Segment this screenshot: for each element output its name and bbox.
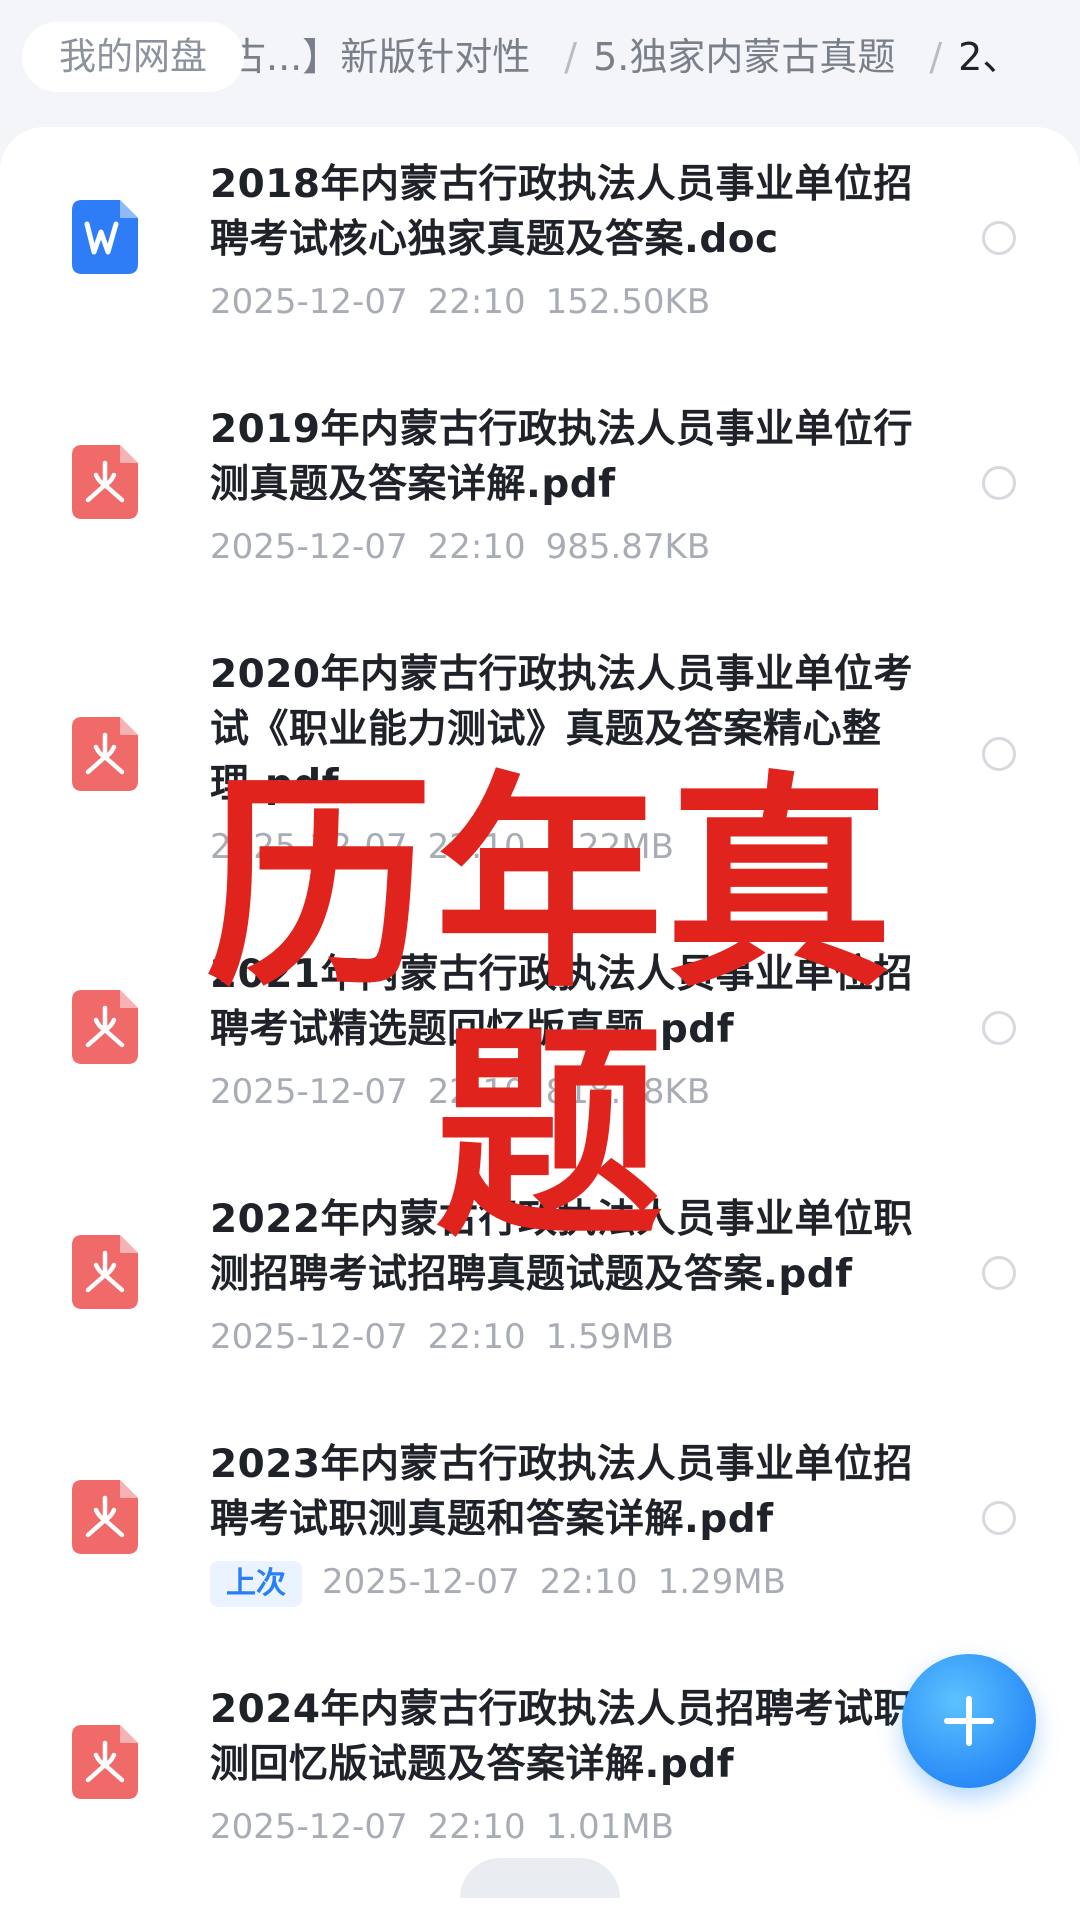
file-name: 2022年内蒙古行政执法人员事业单位职测招聘考试招聘真题试题及答案.pdf bbox=[210, 1197, 914, 1297]
breadcrumb-item-current[interactable]: 2、 bbox=[958, 22, 1020, 92]
file-meta: 2025-12-07 22:10 1.01MB bbox=[210, 1802, 694, 1852]
select-checkbox[interactable] bbox=[982, 466, 1016, 500]
file-date: 2025-12-07 bbox=[210, 527, 408, 567]
add-button[interactable] bbox=[902, 1654, 1036, 1788]
file-size: 152.50KB bbox=[545, 282, 711, 322]
file-date: 2025-12-07 bbox=[210, 1317, 408, 1357]
file-name: 2018年内蒙古行政执法人员事业单位招聘考试核心独家真题及答案.doc bbox=[210, 162, 914, 262]
file-meta: 上次 2025-12-07 22:10 1.29MB bbox=[210, 1557, 806, 1607]
file-time: 22:10 bbox=[427, 827, 526, 867]
file-row[interactable]: 2019年内蒙古行政执法人员事业单位行测真题及答案详解.pdf 2025-12-… bbox=[0, 372, 1080, 617]
breadcrumb-path: 蒙古...】新版针对性/5.独家内蒙古真题/2、 bbox=[190, 22, 1020, 92]
file-name: 2020年内蒙古行政执法人员事业单位考试《职业能力测试》真题及答案精心整理.pd… bbox=[210, 652, 914, 807]
file-size: 1.01MB bbox=[545, 1807, 674, 1847]
pdf-icon bbox=[72, 990, 138, 1064]
file-meta: 2025-12-07 22:10 1.22MB bbox=[210, 822, 694, 872]
file-name: 2019年内蒙古行政执法人员事业单位行测真题及答案详解.pdf bbox=[210, 407, 914, 507]
bottom-handle bbox=[460, 1858, 620, 1898]
breadcrumb-item-folder[interactable]: 5.独家内蒙古真题 bbox=[593, 22, 895, 92]
select-checkbox[interactable] bbox=[982, 221, 1016, 255]
file-meta: 2025-12-07 22:10 1.59MB bbox=[210, 1312, 694, 1362]
select-checkbox[interactable] bbox=[982, 1011, 1016, 1045]
file-date: 2025-12-07 bbox=[210, 1807, 408, 1847]
file-date: 2025-12-07 bbox=[210, 282, 408, 322]
file-date: 2025-12-07 bbox=[210, 827, 408, 867]
file-size: 818.58KB bbox=[545, 1072, 711, 1112]
file-row[interactable]: 2018年内蒙古行政执法人员事业单位招聘考试核心独家真题及答案.doc 2025… bbox=[0, 127, 1080, 372]
plus-icon bbox=[944, 1696, 994, 1746]
file-name: 2021年内蒙古行政执法人员事业单位招聘考试精选题回忆版真题.pdf bbox=[210, 952, 914, 1052]
pdf-icon bbox=[72, 1480, 138, 1554]
file-meta: 2025-12-07 22:10 818.58KB bbox=[210, 1067, 730, 1117]
file-time: 22:10 bbox=[427, 282, 526, 322]
file-time: 22:10 bbox=[427, 1807, 526, 1847]
select-checkbox[interactable] bbox=[982, 737, 1016, 771]
file-meta: 2025-12-07 22:10 985.87KB bbox=[210, 522, 730, 572]
select-checkbox[interactable] bbox=[982, 1501, 1016, 1535]
breadcrumb-separator: / bbox=[564, 35, 578, 79]
last-opened-badge: 上次 bbox=[210, 1561, 302, 1607]
file-list: 2018年内蒙古行政执法人员事业单位招聘考试核心独家真题及答案.doc 2025… bbox=[0, 127, 1080, 1927]
word-doc-icon bbox=[72, 200, 138, 274]
select-checkbox[interactable] bbox=[982, 1256, 1016, 1290]
file-time: 22:10 bbox=[427, 1072, 526, 1112]
file-date: 2025-12-07 bbox=[210, 1072, 408, 1112]
breadcrumb-home-button[interactable]: 我的网盘 bbox=[22, 22, 244, 92]
file-time: 22:10 bbox=[427, 1317, 526, 1357]
breadcrumb-separator: / bbox=[929, 35, 943, 79]
pdf-icon bbox=[72, 1725, 138, 1799]
file-row[interactable]: 2023年内蒙古行政执法人员事业单位招聘考试职测真题和答案详解.pdf 上次 20… bbox=[0, 1407, 1080, 1652]
file-size: 985.87KB bbox=[545, 527, 711, 567]
file-time: 22:10 bbox=[427, 527, 526, 567]
file-size: 1.22MB bbox=[545, 827, 674, 867]
file-time: 22:10 bbox=[539, 1562, 638, 1602]
file-size: 1.29MB bbox=[657, 1562, 786, 1602]
file-name: 2024年内蒙古行政执法人员招聘考试职测回忆版试题及答案详解.pdf bbox=[210, 1687, 914, 1787]
breadcrumb: 蒙古...】新版针对性/5.独家内蒙古真题/2、 我的网盘 bbox=[0, 0, 1080, 118]
pdf-icon bbox=[72, 445, 138, 519]
pdf-icon bbox=[72, 717, 138, 791]
file-name: 2023年内蒙古行政执法人员事业单位招聘考试职测真题和答案详解.pdf bbox=[210, 1442, 914, 1542]
file-date: 2025-12-07 bbox=[322, 1562, 520, 1602]
file-meta: 2025-12-07 22:10 152.50KB bbox=[210, 277, 730, 327]
file-size: 1.59MB bbox=[545, 1317, 674, 1357]
pdf-icon bbox=[72, 1235, 138, 1309]
file-row[interactable]: 2020年内蒙古行政执法人员事业单位考试《职业能力测试》真题及答案精心整理.pd… bbox=[0, 617, 1080, 917]
file-row[interactable]: 2021年内蒙古行政执法人员事业单位招聘考试精选题回忆版真题.pdf 2025-… bbox=[0, 917, 1080, 1162]
file-row[interactable]: 2022年内蒙古行政执法人员事业单位职测招聘考试招聘真题试题及答案.pdf 20… bbox=[0, 1162, 1080, 1407]
